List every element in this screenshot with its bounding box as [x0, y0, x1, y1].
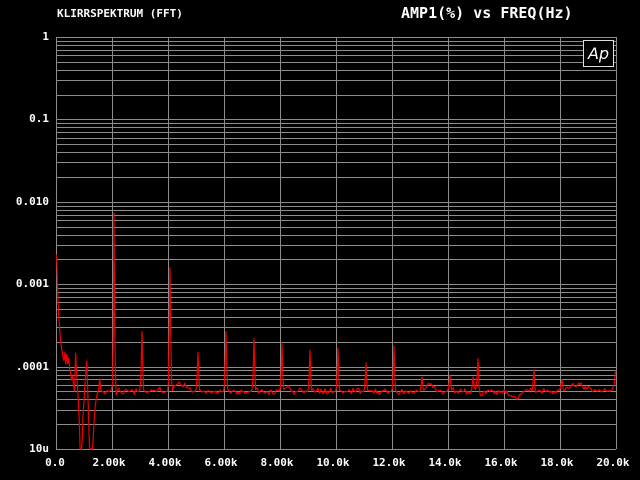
y-tick-label: 0.1: [0, 112, 49, 126]
x-tick-label: 14.0k: [413, 456, 477, 470]
x-tick-label: 6.00k: [189, 456, 253, 470]
x-tick-label: 12.0k: [357, 456, 421, 470]
spectrum-plot: [0, 0, 640, 480]
y-tick-label: 10u: [0, 442, 49, 456]
y-tick-label: 1: [0, 30, 49, 44]
y-tick-label: .0001: [0, 360, 49, 374]
x-tick-label: 10.0k: [301, 456, 365, 470]
x-tick-label: 16.0k: [469, 456, 533, 470]
y-tick-label: 0.010: [0, 195, 49, 209]
x-tick-label: 2.00k: [77, 456, 141, 470]
x-tick-label: 18.0k: [525, 456, 589, 470]
axis-legend: AMP1(%) vs FREQ(Hz): [401, 4, 573, 22]
y-tick-label: 0.001: [0, 277, 49, 291]
audio-precision-logo: Ap: [583, 40, 614, 67]
graph-title: KLIRRSPEKTRUM (FFT): [57, 7, 183, 20]
x-tick-label: 8.00k: [245, 456, 309, 470]
x-tick-label: 4.00k: [133, 456, 197, 470]
x-tick-label: 20.0k: [581, 456, 640, 470]
analyzer-screen: KLIRRSPEKTRUM (FFT) AMP1(%) vs FREQ(Hz) …: [0, 0, 640, 480]
